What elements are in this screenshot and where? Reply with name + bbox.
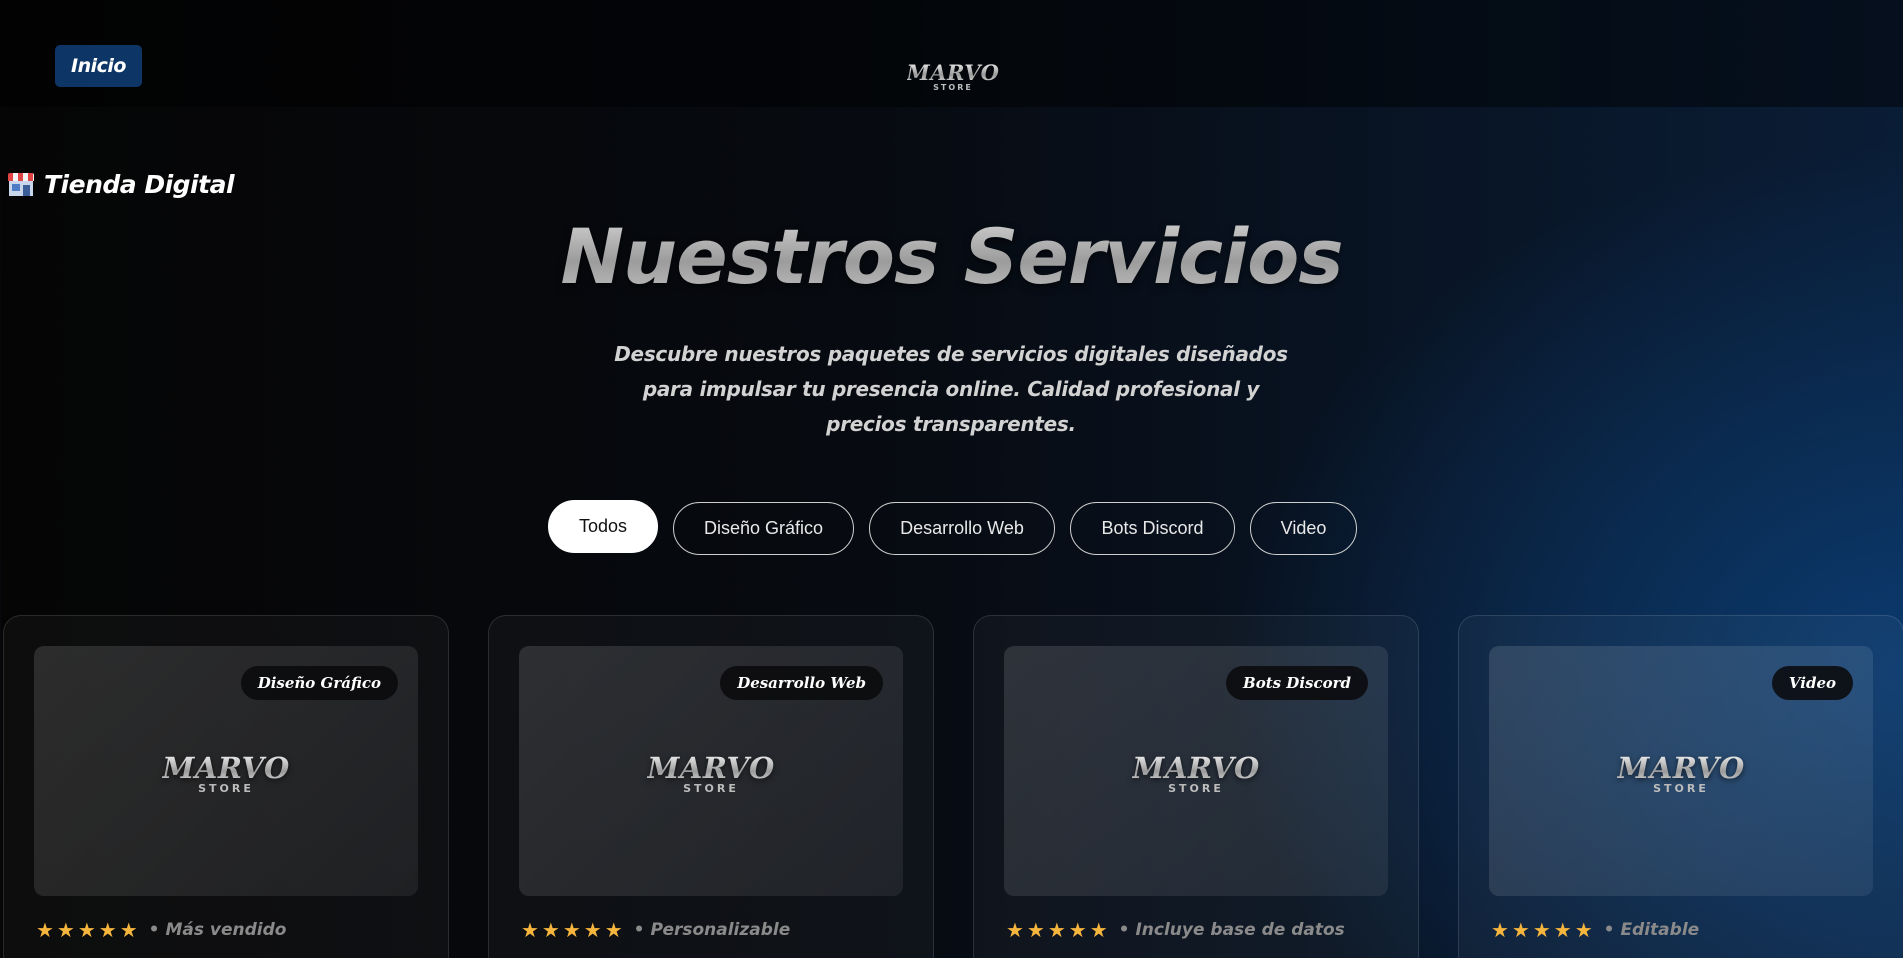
card-rating: ★★★★★ • Incluye base de datos bbox=[1006, 918, 1345, 942]
card-image: MARVO STORE Video bbox=[1489, 646, 1873, 896]
home-button[interactable]: Inicio bbox=[55, 45, 142, 87]
card-note: • Más vendido bbox=[148, 920, 287, 940]
page-subtitle: Descubre nuestros paquetes de servicios … bbox=[614, 342, 1288, 436]
brand-logo[interactable]: MARVO STORE bbox=[907, 62, 999, 92]
logo-wordmark: MARVO bbox=[1132, 751, 1260, 785]
star-rating-icon: ★★★★★ bbox=[521, 918, 626, 942]
card-rating: ★★★★★ • Más vendido bbox=[36, 918, 286, 942]
logo-wordmark: MARVO bbox=[647, 751, 775, 785]
filter-todos[interactable]: Todos bbox=[548, 500, 658, 553]
filter-bots-discord[interactable]: Bots Discord bbox=[1070, 502, 1235, 555]
category-filters: Todos Diseño Gráfico Desarrollo Web Bots… bbox=[0, 500, 1903, 555]
store-label-text: Tienda Digital bbox=[44, 169, 235, 199]
filter-video[interactable]: Video bbox=[1250, 502, 1357, 555]
store-heading: Tienda Digital bbox=[6, 166, 235, 202]
card-logo: MARVO STORE bbox=[1132, 754, 1259, 795]
category-badge: Bots Discord bbox=[1226, 666, 1368, 700]
logo-wordmark: MARVO bbox=[906, 60, 1000, 85]
filter-diseno-grafico[interactable]: Diseño Gráfico bbox=[673, 502, 854, 555]
card-logo: MARVO STORE bbox=[1617, 754, 1744, 795]
card-rating: ★★★★★ • Personalizable bbox=[521, 918, 790, 942]
service-card[interactable]: MARVO STORE Diseño Gráfico ★★★★★ • Más v… bbox=[3, 615, 449, 958]
card-note: • Incluye base de datos bbox=[1118, 920, 1345, 940]
page-title: Nuestros Servicios bbox=[0, 212, 1903, 301]
service-card[interactable]: MARVO STORE Desarrollo Web ★★★★★ • Perso… bbox=[488, 615, 934, 958]
card-image: MARVO STORE Desarrollo Web bbox=[519, 646, 903, 896]
logo-wordmark: MARVO bbox=[1617, 751, 1745, 785]
store-icon bbox=[6, 170, 36, 198]
card-image: MARVO STORE Bots Discord bbox=[1004, 646, 1388, 896]
category-badge: Desarrollo Web bbox=[720, 666, 883, 700]
category-badge: Video bbox=[1771, 666, 1853, 700]
card-image: MARVO STORE Diseño Gráfico bbox=[34, 646, 418, 896]
service-card[interactable]: MARVO STORE Video ★★★★★ • Editable bbox=[1458, 615, 1903, 958]
star-rating-icon: ★★★★★ bbox=[1491, 918, 1596, 942]
card-note: • Editable bbox=[1603, 920, 1700, 940]
logo-subtitle: STORE bbox=[933, 83, 973, 92]
card-rating: ★★★★★ • Editable bbox=[1491, 918, 1699, 942]
star-rating-icon: ★★★★★ bbox=[1006, 918, 1111, 942]
card-logo: MARVO STORE bbox=[162, 754, 289, 795]
filter-desarrollo-web[interactable]: Desarrollo Web bbox=[869, 502, 1055, 555]
logo-wordmark: MARVO bbox=[162, 751, 290, 785]
top-navbar: Inicio MARVO STORE bbox=[0, 0, 1903, 107]
category-badge: Diseño Gráfico bbox=[240, 666, 398, 700]
card-logo: MARVO STORE bbox=[647, 754, 774, 795]
service-card[interactable]: MARVO STORE Bots Discord ★★★★★ • Incluye… bbox=[973, 615, 1419, 958]
card-note: • Personalizable bbox=[633, 920, 791, 940]
star-rating-icon: ★★★★★ bbox=[36, 918, 141, 942]
